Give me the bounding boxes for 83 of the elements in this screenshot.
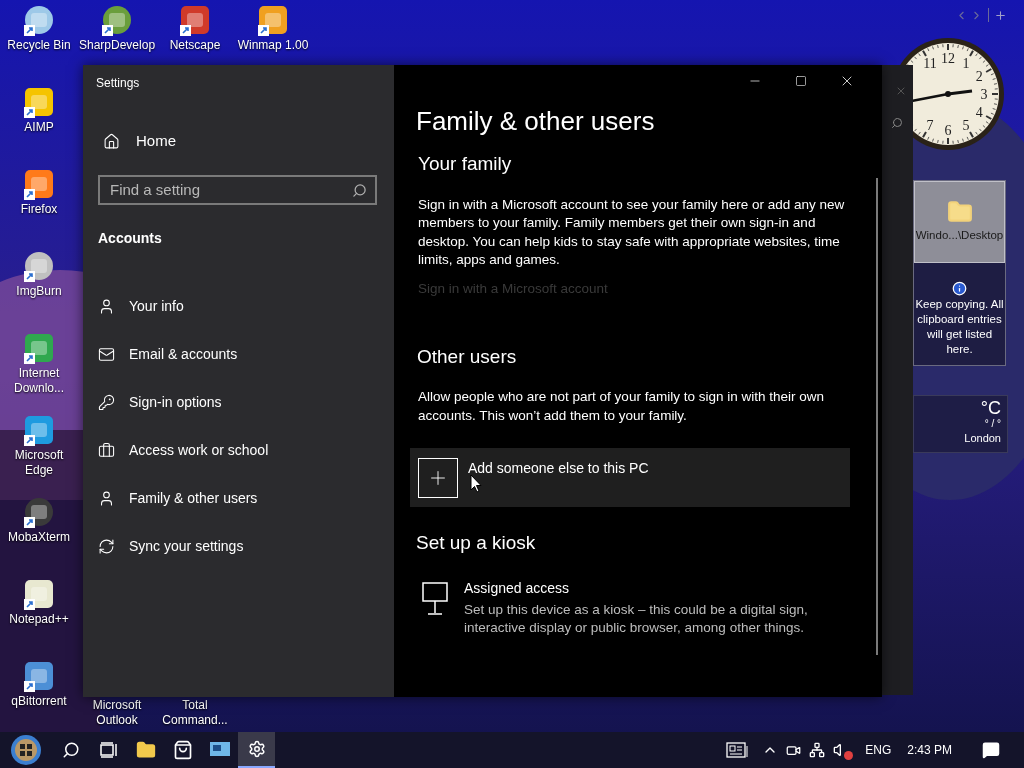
search-icon (62, 741, 80, 759)
language-indicator[interactable]: ENG (865, 741, 892, 759)
icon-label[interactable]: ImgBurn (1, 284, 77, 299)
app-icon (22, 660, 56, 694)
nav-item[interactable]: Sign-in options (98, 378, 377, 427)
nav-item[interactable]: Access work or school (98, 426, 377, 475)
icon-label[interactable]: qBittorrent (1, 694, 77, 709)
nav-item[interactable]: Family & other users (98, 474, 377, 523)
store-icon (172, 740, 193, 760)
search-icon (352, 182, 367, 198)
mail-icon (98, 346, 115, 363)
cursor-icon (470, 474, 482, 493)
icon-label[interactable]: MobaXterm (1, 530, 77, 545)
section-heading: Accounts (98, 228, 163, 248)
clock-time[interactable]: 2:43 PM (907, 741, 952, 759)
description-text: Sign in with a Microsoft account to see your family here or add any new members to your family. Family members get their own sign-in and desktop. You can help kids to stay safe with appropriate websites, time limits, apps and games. (418, 195, 846, 269)
icon-label[interactable]: Notepad++ (1, 612, 77, 627)
info-icon (952, 281, 967, 296)
app-icon (22, 168, 56, 202)
section-heading: Set up a kiosk (416, 531, 537, 556)
icon-label[interactable]: Recycle Bin (1, 38, 77, 53)
add-gadget-icon (994, 8, 1007, 22)
search-icon (890, 117, 903, 129)
settings-icon (247, 740, 266, 758)
maximize-icon (795, 75, 807, 87)
temperature-range: ° / ° (984, 418, 1001, 430)
notifications-icon[interactable] (982, 741, 1000, 759)
clock-numeral: 3 (980, 87, 988, 102)
clock-numeral: 11 (923, 55, 937, 71)
page-title: Family & other users (416, 105, 656, 138)
item-title[interactable]: Assigned access (464, 577, 834, 599)
nav-item[interactable]: Email & accounts (98, 330, 377, 379)
person-icon (98, 490, 115, 507)
icon-label[interactable]: AIMP (1, 120, 77, 135)
scrollbar[interactable] (876, 178, 878, 655)
city-name: London (964, 431, 1001, 446)
app-icon (22, 332, 56, 366)
home-link[interactable]: Home (103, 130, 377, 153)
icon-label[interactable]: Firefox (1, 202, 77, 217)
icon-label[interactable]: Total Command... (157, 698, 233, 728)
clock-numeral: 5 (962, 118, 970, 134)
clipboard-entry[interactable]: Windo...\Desktop (914, 181, 1005, 263)
home-icon (103, 132, 120, 150)
sync-icon (98, 538, 115, 555)
clock-numeral: 4 (975, 105, 983, 120)
clock-numeral: 2 (975, 69, 983, 84)
task-view-icon (99, 742, 118, 758)
app-icon (208, 741, 231, 759)
contact-card-icon (98, 298, 115, 315)
icon-label[interactable]: Internet Downlo... (1, 366, 77, 396)
muted-icon (844, 751, 854, 760)
folder-icon (135, 740, 156, 760)
window-title: Settings (96, 75, 141, 92)
app-icon (22, 414, 56, 448)
section-heading: Other users (417, 344, 518, 369)
kiosk-icon (422, 581, 448, 616)
icon-label[interactable]: SharpDevelop (79, 38, 155, 53)
network-icon[interactable] (809, 742, 826, 758)
add-user-button[interactable]: Add someone else to this PC (410, 448, 850, 508)
icon-label[interactable]: Microsoft Outlook (79, 698, 155, 728)
app-icon (22, 578, 56, 612)
clock-numeral: 12 (941, 51, 955, 66)
nav-item[interactable]: Your info (98, 282, 377, 331)
description-text: Allow people who are not part of your family to sign in with their own accounts. This won’t add them to your family. (418, 388, 825, 425)
nav-item[interactable]: Sync your settings (98, 522, 377, 571)
icon-label[interactable]: Winmap 1.00 (235, 38, 311, 53)
clock-numeral: 7 (926, 118, 934, 134)
clock-numeral: 1 (962, 55, 970, 71)
app-icon (178, 4, 212, 38)
key-icon (98, 394, 115, 411)
app-icon (256, 4, 290, 38)
temperature: °C (980, 398, 1001, 418)
section-heading: Your family (418, 152, 513, 176)
news-icon[interactable] (726, 742, 749, 758)
taskbar-app[interactable] (238, 732, 275, 768)
icon-label[interactable]: Netscape (157, 38, 233, 53)
app-icon (22, 86, 56, 120)
windows-orb-icon (10, 734, 42, 766)
briefcase-icon (98, 442, 115, 459)
search-field[interactable]: Find a setting (98, 174, 377, 205)
item-description: Set up this device as a kiosk – this could be a digital sign, interactive display or public browser, among other things. (464, 600, 809, 637)
clock-numeral: 6 (944, 123, 952, 138)
clipboard-message: Keep copying. All clipboard entries will get listed here. (914, 297, 1005, 357)
